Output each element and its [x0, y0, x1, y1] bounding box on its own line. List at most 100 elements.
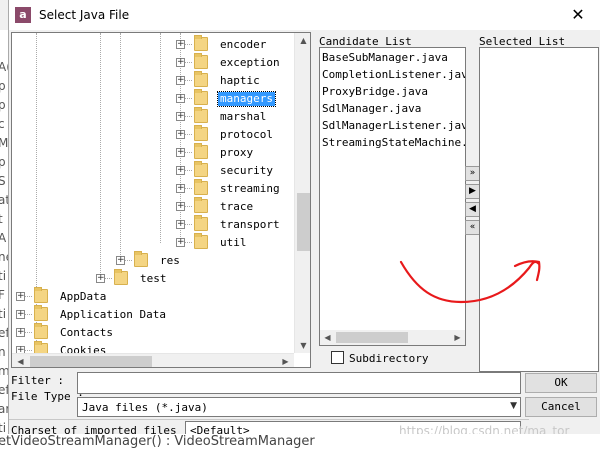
- filter-input[interactable]: [77, 372, 521, 394]
- folder-icon: [194, 161, 208, 177]
- background-code-fragment: M: [0, 136, 8, 150]
- expand-icon[interactable]: +: [116, 256, 125, 265]
- expand-icon[interactable]: +: [176, 112, 185, 121]
- scroll-right-icon[interactable]: ▶: [278, 354, 293, 367]
- expand-icon[interactable]: +: [176, 148, 185, 157]
- background-code-fragment: m: [0, 364, 8, 378]
- folder-icon: [194, 107, 208, 123]
- remove-all-button[interactable]: «: [465, 220, 480, 235]
- tree-item[interactable]: + Contacts: [12, 323, 294, 342]
- candidate-list-item[interactable]: ProxyBridge.java: [322, 85, 428, 99]
- tree-vertical-scrollbar[interactable]: ▲ ▼: [294, 33, 310, 353]
- folder-icon: [34, 305, 48, 321]
- tree-horizontal-scrollbar[interactable]: ◀ ▶: [12, 353, 294, 367]
- candidate-list-item[interactable]: CompletionListener.java: [322, 68, 465, 82]
- tree-hscroll-thumb[interactable]: [30, 356, 152, 367]
- tree-item[interactable]: + util: [12, 233, 294, 252]
- tree-item[interactable]: + Cookies: [12, 341, 294, 353]
- scroll-up-icon[interactable]: ▲: [296, 33, 310, 48]
- candidate-list-item[interactable]: SdlManagerListener.java: [322, 119, 465, 133]
- tree-item-label: Contacts: [60, 326, 113, 339]
- file-type-label: File Type :: [11, 390, 84, 403]
- tree-item[interactable]: + security: [12, 161, 294, 180]
- tree-item[interactable]: + trace: [12, 197, 294, 216]
- expand-icon[interactable]: +: [176, 130, 185, 139]
- subdirectory-checkbox[interactable]: [331, 351, 344, 364]
- folder-icon: [34, 341, 48, 353]
- tree-item[interactable]: + test: [12, 269, 294, 288]
- tree-item[interactable]: + marshal: [12, 107, 294, 126]
- expand-icon[interactable]: +: [16, 310, 25, 319]
- background-code-fragment: ti: [0, 421, 7, 435]
- tree-item[interactable]: + proxy: [12, 143, 294, 162]
- expand-icon[interactable]: +: [16, 328, 25, 337]
- folder-icon: [194, 89, 208, 105]
- add-button[interactable]: ▶: [465, 184, 480, 199]
- background-code-fragment: S: [0, 174, 6, 188]
- expand-icon[interactable]: +: [16, 292, 25, 301]
- add-all-button[interactable]: »: [465, 166, 480, 181]
- expand-icon[interactable]: +: [176, 58, 185, 67]
- expand-icon[interactable]: +: [176, 238, 185, 247]
- background-code-fragment: p: [0, 155, 6, 169]
- scroll-right-icon[interactable]: ▶: [450, 330, 465, 345]
- scroll-down-icon[interactable]: ▼: [296, 338, 310, 353]
- candidate-list-item[interactable]: SdlManager.java: [322, 102, 421, 116]
- cancel-button[interactable]: Cancel: [525, 397, 597, 417]
- expand-icon[interactable]: +: [176, 202, 185, 211]
- folder-icon: [194, 53, 208, 69]
- file-type-select[interactable]: Java files (*.java) ▼: [77, 397, 521, 417]
- expand-icon[interactable]: +: [176, 184, 185, 193]
- tree-item[interactable]: + managers: [12, 89, 294, 108]
- tree-item[interactable]: + exception: [12, 53, 294, 72]
- candidate-list-item[interactable]: StreamingStateMachine.java: [322, 136, 465, 150]
- folder-icon: [194, 35, 208, 51]
- tree-item-label: res: [160, 254, 180, 267]
- background-code-fragment: ef: [0, 383, 8, 397]
- tree-item[interactable]: + protocol: [12, 125, 294, 144]
- tree-item[interactable]: + streaming: [12, 179, 294, 198]
- ok-button[interactable]: OK: [525, 373, 597, 393]
- select-java-file-dialog: a Select Java File ✕ + encoder + exception +…: [8, 0, 600, 440]
- background-editor-line: etVideoStreamManager() : VideoStreamMana…: [0, 434, 600, 450]
- expand-icon[interactable]: +: [176, 76, 185, 85]
- background-code-text: etVideoStreamManager() : VideoStreamMana…: [0, 434, 315, 449]
- scroll-left-icon[interactable]: ◀: [13, 354, 28, 367]
- scroll-left-icon[interactable]: ◀: [320, 330, 335, 345]
- candidate-horizontal-scrollbar[interactable]: ◀ ▶: [320, 330, 465, 345]
- candidate-list-item[interactable]: BaseSubManager.java: [322, 51, 448, 65]
- expand-icon[interactable]: +: [176, 40, 185, 49]
- expand-icon[interactable]: +: [176, 94, 185, 103]
- candidate-scroll-thumb[interactable]: [336, 332, 408, 343]
- separator: [9, 419, 529, 420]
- folder-icon: [194, 71, 208, 87]
- tree-item-label: test: [140, 272, 167, 285]
- close-icon[interactable]: ✕: [565, 3, 591, 27]
- tree-item[interactable]: + res: [12, 251, 294, 270]
- background-code-fragment: ar: [0, 402, 8, 416]
- tree-item[interactable]: + AppData: [12, 287, 294, 306]
- folder-tree[interactable]: + encoder + exception + haptic + managers + marsh…: [11, 32, 311, 368]
- folder-icon: [194, 143, 208, 159]
- dialog-title: Select Java File: [39, 8, 130, 22]
- background-code-fragment: ti: [0, 307, 7, 321]
- tree-item-label: proxy: [220, 146, 254, 159]
- expand-icon[interactable]: +: [176, 220, 185, 229]
- tree-item-label: marshal: [220, 110, 267, 123]
- selected-list[interactable]: [479, 47, 599, 372]
- tree-item[interactable]: + encoder: [12, 35, 294, 54]
- tree-item-label: haptic: [220, 74, 260, 87]
- background-code-fragment: p: [0, 79, 6, 93]
- background-code-fragment: c: [0, 117, 5, 131]
- tree-item[interactable]: + transport: [12, 215, 294, 234]
- expand-icon[interactable]: +: [16, 346, 25, 353]
- tree-item[interactable]: + haptic: [12, 71, 294, 90]
- expand-icon[interactable]: +: [96, 274, 105, 283]
- tree-item-label: AppData: [60, 290, 107, 303]
- tree-item-label: streaming: [220, 182, 280, 195]
- tree-item-label: exception: [220, 56, 280, 69]
- remove-button[interactable]: ◀: [465, 202, 480, 217]
- expand-icon[interactable]: +: [176, 166, 185, 175]
- tree-item[interactable]: + Application Data: [12, 305, 294, 324]
- tree-scroll-thumb[interactable]: [297, 193, 310, 251]
